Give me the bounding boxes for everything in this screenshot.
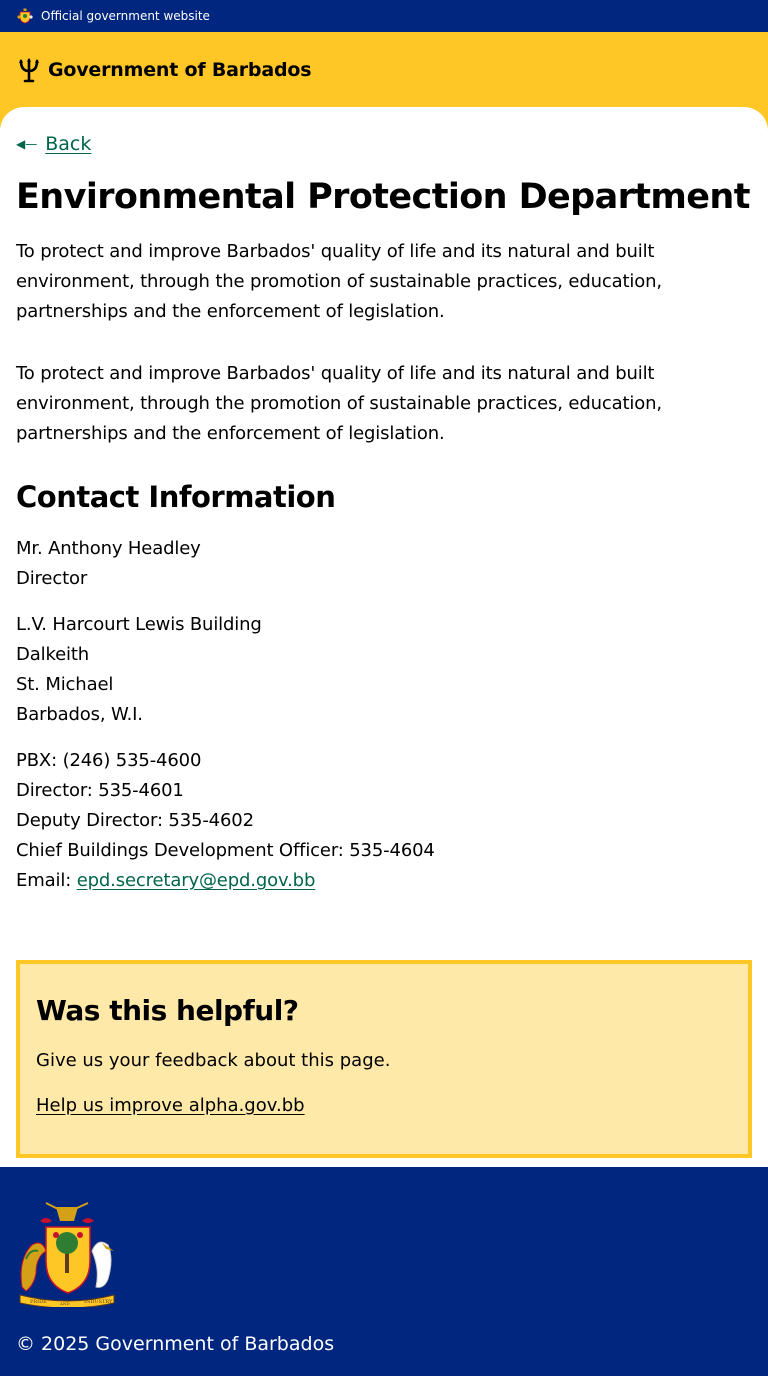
coat-of-arms-icon: PRIDE AND INDUSTRY <box>16 1199 118 1309</box>
site-brand-link[interactable]: Government of Barbados <box>48 59 312 81</box>
contact-address: L.V. Harcourt Lewis Building Dalkeith St… <box>16 610 262 730</box>
main-content: ◀— Back Environmental Protection Departm… <box>0 107 768 1167</box>
intro-paragraph: To protect and improve Barbados' quality… <box>16 241 662 322</box>
coat-of-arms-icon <box>16 7 34 25</box>
contact-phones: PBX: (246) 535-4600 Director: 535-4601 D… <box>16 746 435 896</box>
phone-line: Deputy Director: 535-4602 <box>16 810 254 831</box>
phone-line: Director: 535-4601 <box>16 780 184 801</box>
feedback-heading: Was this helpful? <box>36 994 299 1027</box>
contact-heading: Contact Information <box>16 480 336 514</box>
phone-line: Chief Buildings Development Officer: 535… <box>16 840 435 861</box>
site-footer: PRIDE AND INDUSTRY © 2025 Government of … <box>0 1167 768 1376</box>
official-website-bar: Official government website <box>0 0 768 32</box>
copyright-text: © 2025 Government of Barbados <box>16 1333 335 1355</box>
feedback-panel: Was this helpful? Give us your feedback … <box>16 960 752 1158</box>
phone-line: PBX: (246) 535-4600 <box>16 750 202 771</box>
page-title: Environmental Protection Department <box>16 177 750 217</box>
contact-role: Director <box>16 568 88 589</box>
address-line: St. Michael <box>16 674 114 695</box>
email-label: Email: <box>16 870 77 891</box>
trident-icon <box>16 57 42 83</box>
back-link-label[interactable]: Back <box>45 133 91 155</box>
address-line: Dalkeith <box>16 644 90 665</box>
contact-name: Mr. Anthony Headley <box>16 538 201 559</box>
official-website-text: Official government website <box>41 9 210 23</box>
feedback-text: Give us your feedback about this page. <box>36 1050 391 1071</box>
arrow-left-icon: ◀— <box>16 137 38 151</box>
svg-text:INDUSTRY: INDUSTRY <box>84 1299 113 1305</box>
svg-text:PRIDE: PRIDE <box>30 1299 47 1305</box>
email-line: Email: epd.secretary@epd.gov.bb <box>16 866 435 896</box>
mission-paragraph: To protect and improve Barbados' quality… <box>16 363 662 444</box>
address-line: L.V. Harcourt Lewis Building <box>16 614 262 635</box>
back-link[interactable]: ◀— Back <box>16 133 91 155</box>
svg-text:AND: AND <box>59 1301 70 1306</box>
site-header: Government of Barbados <box>0 32 768 107</box>
address-line: Barbados, W.I. <box>16 704 143 725</box>
contact-person: Mr. Anthony Headley Director <box>16 534 201 594</box>
email-link[interactable]: epd.secretary@epd.gov.bb <box>77 870 316 891</box>
feedback-link[interactable]: Help us improve alpha.gov.bb <box>36 1095 305 1116</box>
